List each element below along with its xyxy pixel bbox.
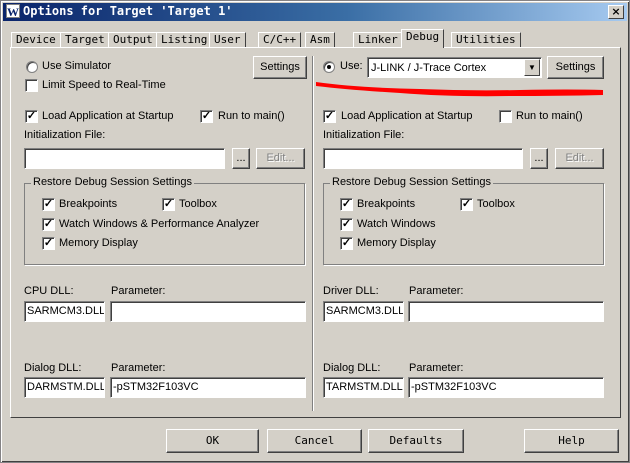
driver-dll-label: Driver DLL: [323, 285, 379, 297]
ok-button[interactable]: OK [166, 429, 259, 453]
right-toolbox-checkbox[interactable]: ✓ [460, 198, 473, 211]
defaults-button[interactable]: Defaults [368, 429, 464, 453]
right-run-to-main-label: Run to main() [516, 110, 583, 122]
right-watch-checkbox[interactable]: ✓ [340, 218, 353, 231]
right-init-file-label: Initialization File: [323, 129, 405, 141]
cancel-button[interactable]: Cancel [267, 429, 362, 453]
right-breakpoints-label: Breakpoints [357, 198, 416, 210]
right-run-to-main-checkbox[interactable] [499, 110, 512, 123]
right-watch-label: Watch Windows [357, 218, 436, 230]
help-button[interactable]: Help [524, 429, 619, 453]
right-dialog-dll-input[interactable]: TARMSTM.DLL [323, 377, 404, 398]
driver-param-label: Parameter: [409, 285, 464, 297]
right-breakpoints-checkbox[interactable]: ✓ [340, 198, 353, 211]
right-restore-group-title: Restore Debug Session Settings [330, 176, 493, 188]
driver-dll-input[interactable]: SARMCM3.DLL [323, 301, 404, 322]
driver-param-input[interactable] [408, 301, 604, 322]
tab-debug[interactable]: Debug [401, 29, 445, 48]
right-memory-checkbox[interactable]: ✓ [340, 237, 353, 250]
right-dialog-param-input[interactable]: -pSTM32F103VC [408, 377, 604, 398]
right-edit-button[interactable]: Edit... [555, 148, 604, 169]
right-load-app-checkbox[interactable]: ✓ [323, 110, 336, 123]
right-dialog-param-label: Parameter: [409, 362, 464, 374]
right-dialog-dll-label: Dialog DLL: [323, 362, 381, 374]
right-load-app-label: Load Application at Startup [341, 110, 473, 122]
right-init-file-input[interactable] [323, 148, 523, 169]
right-browse-button[interactable]: ... [530, 148, 548, 169]
right-memory-label: Memory Display [357, 237, 436, 249]
right-toolbox-label: Toolbox [477, 198, 515, 210]
